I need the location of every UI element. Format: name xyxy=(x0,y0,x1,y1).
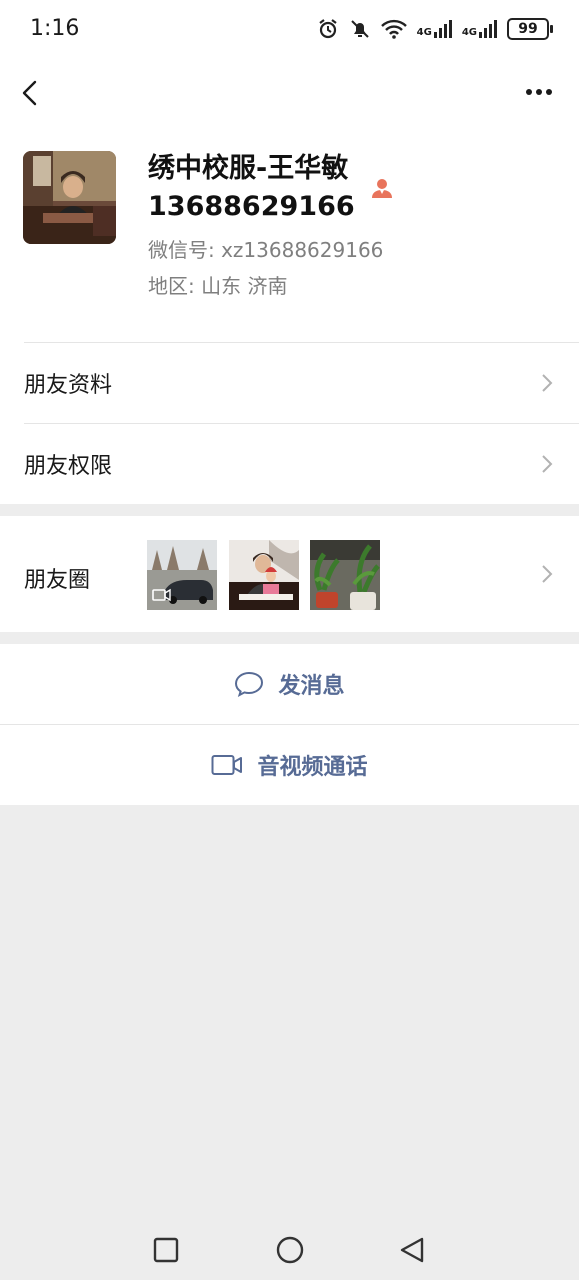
home-icon[interactable] xyxy=(275,1235,305,1265)
friend-permissions-label: 朋友权限 xyxy=(24,454,113,479)
top-nav xyxy=(0,62,579,122)
region: 地区: 山东 济南 xyxy=(148,274,288,298)
moments-label: 朋友圈 xyxy=(24,568,91,593)
recent-apps-icon[interactable] xyxy=(153,1237,179,1263)
chevron-right-icon xyxy=(542,455,553,473)
video-camera-icon xyxy=(211,755,243,775)
status-icons: 4G 4G 99 xyxy=(317,18,553,40)
network-type-2: 4G xyxy=(461,27,477,38)
moments-thumb-photo xyxy=(229,540,299,610)
signal-1: 4G xyxy=(417,20,452,38)
send-message-label: 发消息 xyxy=(278,674,345,699)
moments-thumb-video xyxy=(147,540,217,610)
friend-info-row[interactable]: 朋友资料 xyxy=(0,343,579,423)
signal-bars-icon xyxy=(479,20,497,38)
video-call-button[interactable]: 音视频通话 xyxy=(0,725,579,805)
signal-2: 4G xyxy=(462,20,497,38)
network-type-1: 4G xyxy=(416,27,432,38)
status-bar: 1:16 4G 4G 99 xyxy=(0,0,579,62)
battery-indicator: 99 xyxy=(507,18,553,40)
wifi-icon xyxy=(380,19,407,39)
wechat-id: 微信号: xz13688629166 xyxy=(148,238,384,262)
send-message-button[interactable]: 发消息 xyxy=(0,644,579,724)
moments-row[interactable]: 朋友圈 xyxy=(0,516,579,632)
chevron-right-icon xyxy=(542,565,553,583)
mute-bell-icon xyxy=(350,20,369,38)
signal-bars-icon xyxy=(433,20,452,38)
profile-header: 绣中校服-王华敏13688629166 微信号: xz13688629166 地… xyxy=(0,122,579,342)
more-dots-icon[interactable] xyxy=(525,88,553,96)
friend-info-label: 朋友资料 xyxy=(24,373,113,398)
person-badge-icon xyxy=(372,179,392,198)
action-panel: 发消息 音视频通话 xyxy=(0,644,579,805)
friend-menu: 朋友资料 朋友权限 xyxy=(0,342,579,504)
friend-permissions-row[interactable]: 朋友权限 xyxy=(0,424,579,504)
alarm-icon xyxy=(318,19,337,39)
contact-name: 绣中校服-王华敏13688629166 xyxy=(148,153,355,222)
back-nav-icon[interactable] xyxy=(398,1236,426,1264)
video-call-label: 音视频通话 xyxy=(257,755,368,780)
avatar[interactable] xyxy=(23,151,116,244)
status-time: 1:16 xyxy=(30,16,80,41)
chevron-left-icon[interactable] xyxy=(18,78,44,108)
chat-bubble-icon xyxy=(235,671,264,697)
moments-thumb-plants xyxy=(310,540,380,610)
system-nav-bar xyxy=(0,1215,579,1280)
avatar-photo xyxy=(23,151,116,244)
chevron-right-icon xyxy=(542,374,553,392)
